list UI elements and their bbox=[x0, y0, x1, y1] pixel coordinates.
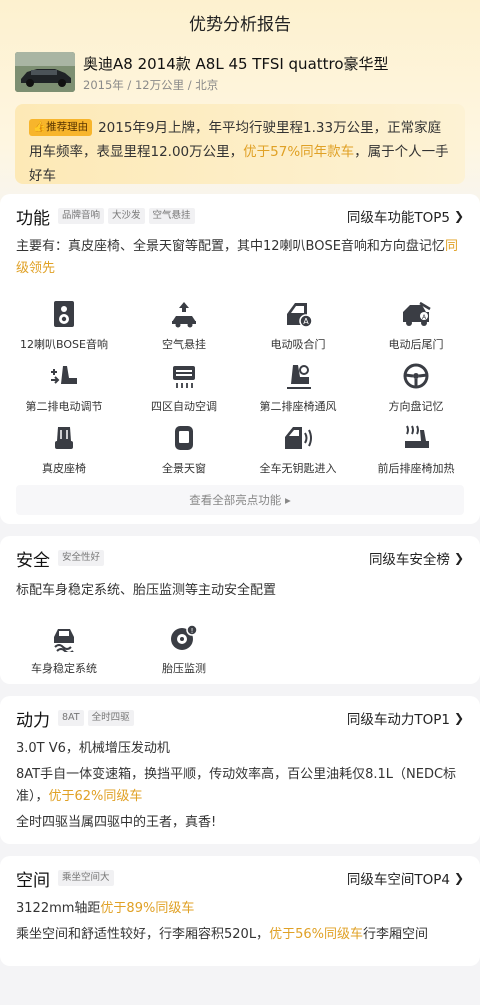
speaker-icon bbox=[54, 301, 74, 327]
luggage-description: 乘坐空间和舒适性较好，行李厢容积520L，优于56%同级车行李厢空间 bbox=[16, 927, 428, 942]
function-description: 主要有：真皮座椅、全景天窗等配置，其中12喇叭BOSE音响和方向盘记忆同级领先 bbox=[16, 239, 458, 276]
engine-description: 3.0T V6，机械增压发动机 bbox=[16, 741, 170, 756]
power-top1-link[interactable]: 同级车动力TOP1 ❯ bbox=[347, 696, 464, 740]
power-title: 动力 bbox=[16, 710, 50, 731]
function-card: 功能 品牌音响 大沙发 空气悬挂 同级车功能TOP5 ❯ 主要有：真皮座椅、全景天… bbox=[0, 194, 480, 524]
drivetrain-description: 全时四驱当属四驱中的王者，真香! bbox=[16, 815, 217, 830]
car-thumbnail bbox=[15, 52, 75, 92]
transmission-description: 8AT手自一体变速箱，换挡平顺，传动效率高，百公里油耗仅8.1L（NEDC标准）… bbox=[16, 767, 457, 804]
sunroof-icon bbox=[175, 426, 193, 450]
steering-wheel-icon bbox=[403, 363, 429, 389]
function-title: 功能 bbox=[16, 208, 50, 229]
safety-card: 安全 安全性好 同级车安全榜 ❯ 标配车身稳定系统、胎压监测等主动安全配置 车身稳… bbox=[0, 536, 480, 684]
feature-item[interactable]: 空气悬挂 bbox=[124, 300, 244, 356]
space-title: 空间 bbox=[16, 870, 50, 891]
soft-close-door-icon: A bbox=[287, 303, 313, 328]
svg-text:A: A bbox=[303, 317, 309, 326]
recommend-highlight: 优于57%同年款车 bbox=[243, 144, 355, 160]
seat-heating-icon bbox=[405, 425, 429, 448]
function-tag: 大沙发 bbox=[108, 208, 145, 224]
climate-icon bbox=[173, 366, 195, 388]
feature-item[interactable]: ! 胎压监测 bbox=[124, 624, 244, 680]
safety-feature-grid: 车身稳定系统 ! 胎压监测 bbox=[0, 624, 480, 680]
thumbs-up-icon: 👍 bbox=[33, 121, 47, 133]
feature-item[interactable]: A 电动吸合门 bbox=[238, 300, 358, 356]
car-title: 奥迪A8 2014款 A8L 45 TFSI quattro豪华型 bbox=[83, 55, 389, 73]
wheelbase-description: 3122mm轴距优于89%同级车 bbox=[16, 901, 195, 916]
power-tag: 8AT bbox=[58, 710, 84, 726]
feature-item[interactable]: 全景天窗 bbox=[124, 424, 244, 480]
seat-ventilation-icon bbox=[287, 365, 311, 389]
car-meta: 2015年 / 12万公里 / 北京 bbox=[83, 78, 219, 92]
car-summary[interactable]: 奥迪A8 2014款 A8L 45 TFSI quattro豪华型 2015年 … bbox=[15, 52, 465, 96]
tire-pressure-icon: ! bbox=[171, 624, 198, 650]
recommend-card: 👍推荐理由 2015年9月上牌，年平均行驶里程1.33万公里，正常家庭用车频率，表… bbox=[15, 104, 465, 184]
seat-adjust-icon bbox=[51, 366, 77, 384]
power-tag: 全时四驱 bbox=[87, 710, 134, 726]
chevron-right-icon: ❯ bbox=[453, 711, 464, 725]
feature-item[interactable]: 方向盘记忆 bbox=[356, 362, 476, 418]
feature-item[interactable]: 第二排电动调节 bbox=[4, 362, 124, 418]
keyless-entry-icon bbox=[285, 427, 312, 449]
recommend-badge: 👍推荐理由 bbox=[29, 119, 93, 136]
feature-grid: 12喇叭BOSE音响 空气悬挂 A 电动吸合门 A 电动后尾门 第二排电动调节 … bbox=[0, 300, 480, 480]
feature-item[interactable]: 车身稳定系统 bbox=[4, 624, 124, 680]
feature-item[interactable]: 12喇叭BOSE音响 bbox=[4, 300, 124, 356]
svg-text:!: ! bbox=[191, 627, 194, 635]
chevron-right-icon: ❯ bbox=[453, 209, 464, 223]
feature-item[interactable]: 前后排座椅加热 bbox=[356, 424, 476, 480]
space-tag: 乘坐空间大 bbox=[58, 870, 114, 886]
chevron-right-icon: ❯ bbox=[453, 551, 464, 565]
feature-item[interactable]: 第二排座椅通风 bbox=[238, 362, 358, 418]
function-tag: 品牌音响 bbox=[58, 208, 105, 224]
feature-item[interactable]: 全车无钥匙进入 bbox=[238, 424, 358, 480]
function-tag: 空气悬挂 bbox=[148, 208, 195, 224]
safety-rank-link[interactable]: 同级车安全榜 ❯ bbox=[369, 536, 464, 580]
space-card: 空间 乘坐空间大 同级车空间TOP4 ❯ 3122mm轴距优于89%同级车 乘坐空… bbox=[0, 856, 480, 966]
page-title: 优势分析报告 bbox=[189, 14, 291, 35]
air-suspension-icon bbox=[172, 302, 196, 328]
function-top5-link[interactable]: 同级车功能TOP5 ❯ bbox=[347, 194, 464, 238]
triangle-right-icon: ▸ bbox=[284, 493, 291, 507]
safety-title: 安全 bbox=[16, 550, 50, 571]
leather-seat-icon bbox=[55, 427, 73, 449]
view-all-features-button[interactable]: 查看全部亮点功能 ▸ bbox=[16, 485, 464, 515]
power-card: 动力 8AT 全时四驱 同级车动力TOP1 ❯ 3.0T V6，机械增压发动机 8… bbox=[0, 696, 480, 844]
space-top4-link[interactable]: 同级车空间TOP4 ❯ bbox=[347, 856, 464, 900]
chevron-right-icon: ❯ bbox=[453, 871, 464, 885]
feature-item[interactable]: 真皮座椅 bbox=[4, 424, 124, 480]
safety-tag: 安全性好 bbox=[58, 550, 105, 566]
feature-item[interactable]: A 电动后尾门 bbox=[356, 300, 476, 356]
stability-icon bbox=[54, 629, 74, 652]
feature-item[interactable]: 四区自动空调 bbox=[124, 362, 244, 418]
safety-description: 标配车身稳定系统、胎压监测等主动安全配置 bbox=[16, 583, 277, 598]
power-tailgate-icon: A bbox=[403, 301, 431, 326]
